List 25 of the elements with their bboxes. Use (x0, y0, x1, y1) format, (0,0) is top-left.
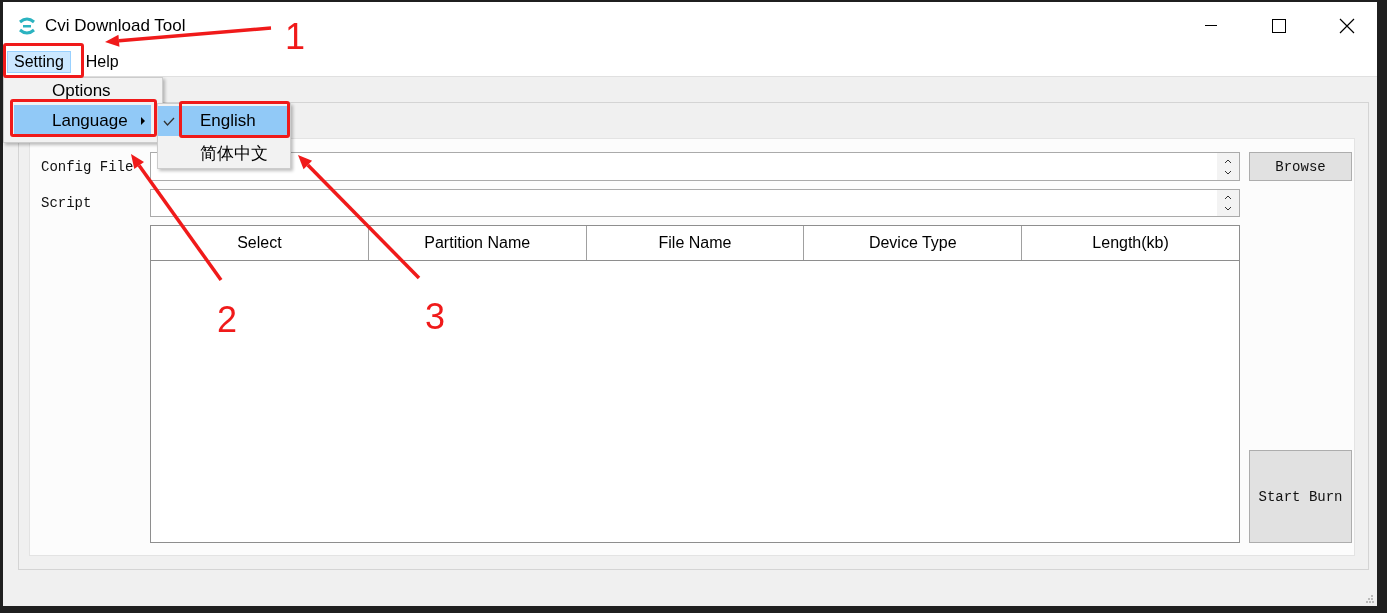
step-number: 2 (217, 302, 238, 338)
menu-option[interactable]: Options (14, 80, 151, 102)
checkmark-icon (163, 116, 175, 126)
menu-item[interactable]: Setting (7, 50, 71, 73)
size-grip-icon[interactable] (1366, 595, 1374, 603)
column-header[interactable]: Length(kb) (1022, 226, 1239, 260)
column-header[interactable]: Select (151, 226, 369, 260)
minimize-icon[interactable] (1205, 24, 1217, 27)
field-label: Config File (41, 158, 135, 175)
script-field[interactable] (150, 189, 1240, 217)
menu-option[interactable]: English (180, 106, 290, 136)
start-burn-button[interactable]: Start Burn (1249, 450, 1352, 543)
menu-item[interactable]: Help (78, 50, 126, 73)
browse-button[interactable]: Browse (1249, 152, 1352, 181)
column-header[interactable]: Device Type (804, 226, 1023, 260)
field-label: Script (41, 195, 93, 211)
maximize-icon[interactable] (1272, 18, 1286, 33)
column-header[interactable]: File Name (586, 226, 805, 260)
app-logo-icon (17, 16, 37, 35)
step-number: 3 (425, 299, 446, 335)
menu-option[interactable]: 简体中文 (180, 140, 290, 166)
step-number: 1 (285, 19, 306, 55)
close-icon[interactable] (1339, 17, 1355, 34)
column-header[interactable]: Partition Name (368, 226, 587, 260)
menu-option[interactable]: Language (14, 105, 151, 137)
